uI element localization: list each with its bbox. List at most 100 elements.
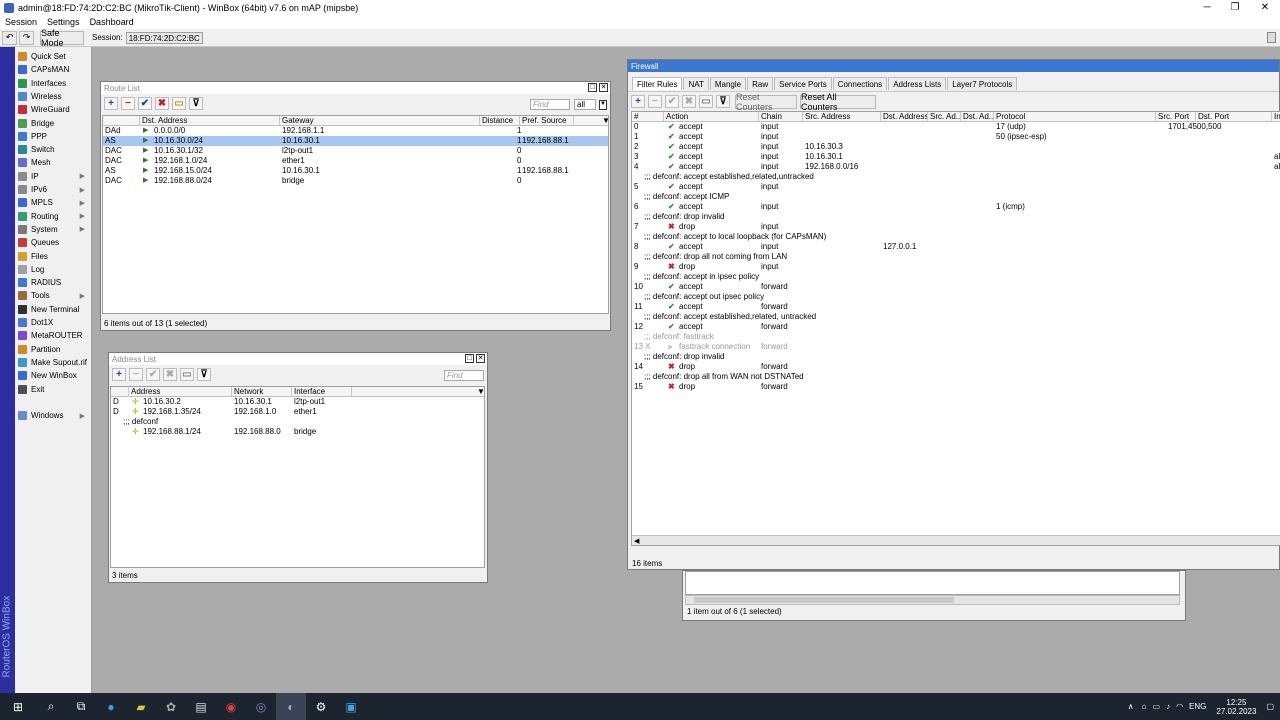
- firewall-rule-row[interactable]: ✔ 5 accept input: [632, 182, 1280, 192]
- firewall-comment-row[interactable]: ;;; defconf: drop all from WAN not DSTNA…: [632, 372, 1280, 382]
- firewall-rule-row[interactable]: ✔ 10 accept forward: [632, 282, 1280, 292]
- sidebar-item-wireguard[interactable]: WireGuard: [15, 103, 91, 116]
- column-menu-icon[interactable]: ▼: [475, 387, 484, 397]
- sidebar-item-windows[interactable]: Windows ▶: [15, 409, 91, 422]
- firewall-comment-row[interactable]: ;;; defconf: accept to local loopback (f…: [632, 232, 1280, 242]
- sidebar-item-ppp[interactable]: PPP: [15, 130, 91, 143]
- address-list-maximize-button[interactable]: □: [465, 354, 474, 363]
- sidebar-item-metarouter[interactable]: MetaROUTER: [15, 329, 91, 342]
- disable-icon[interactable]: ✖: [682, 95, 696, 108]
- route-row[interactable]: AS 192.168.15.0/24 10.16.30.1 1 192.168.88.1…: [103, 166, 608, 176]
- winbox-taskbar-icon[interactable]: ◐: [276, 693, 306, 720]
- address-row[interactable]: D 192.168.1.35/24 192.168.1.0 ether1 ✛: [111, 407, 484, 417]
- session-field[interactable]: 18:FD:74:2D:C2:BC: [125, 31, 203, 44]
- add-icon[interactable]: +: [112, 367, 126, 381]
- comment-icon[interactable]: ▭: [172, 96, 186, 110]
- route-row[interactable]: DAd 0.0.0.0/0 192.168.1.1 1 ▶: [103, 126, 608, 136]
- sidebar-item-queues[interactable]: Queues: [15, 236, 91, 249]
- firewall-comment-row[interactable]: ;;; defconf: drop invalid: [632, 352, 1280, 362]
- firewall-comment-row[interactable]: ;;; defconf: drop invalid: [632, 212, 1280, 222]
- comment-icon[interactable]: ▭: [180, 367, 194, 381]
- add-icon[interactable]: +: [104, 96, 118, 110]
- tab-address-lists[interactable]: Address Lists: [888, 77, 947, 90]
- firewall-rule-row[interactable]: ✔ 6 accept input 1 (icmp): [632, 202, 1280, 212]
- firewall-comment-row[interactable]: ;;; defconf: accept in ipsec policy: [632, 272, 1280, 282]
- firewall-rule-row[interactable]: ⫸ 13 X fasttrack connection forward: [632, 342, 1280, 352]
- firewall-rule-row[interactable]: ✔ 3 accept input 10.16.30.1 all: [632, 152, 1280, 162]
- filter-icon[interactable]: ⊽: [189, 96, 203, 110]
- filter-icon[interactable]: ⊽: [716, 95, 730, 108]
- remove-icon[interactable]: −: [648, 95, 662, 108]
- viber-icon[interactable]: ◎: [246, 693, 276, 720]
- enable-icon[interactable]: ✔: [146, 367, 160, 381]
- address-row[interactable]: ;;; defconf: [111, 417, 484, 427]
- safe-mode-button[interactable]: Safe Mode: [40, 28, 84, 48]
- settings-icon[interactable]: ⚙: [306, 693, 336, 720]
- sidebar-item-dot1x[interactable]: Dot1X: [15, 316, 91, 329]
- restore-button[interactable]: ❐: [1220, 0, 1250, 15]
- address-list-close-button[interactable]: ✕: [476, 354, 485, 363]
- reset-counters-button[interactable]: Reset Counters: [735, 92, 797, 112]
- undo-button[interactable]: ↶: [2, 30, 17, 45]
- firewall-comment-row[interactable]: ;;; defconf: accept established,related,…: [632, 172, 1280, 182]
- route-row[interactable]: AS 10.16.30.0/24 10.16.30.1 1 192.168.88.1 ▶: [103, 136, 608, 146]
- sidebar-item-mesh[interactable]: Mesh: [15, 156, 91, 169]
- route-row[interactable]: DAC 192.168.88.0/24 bridge 0 ▶: [103, 176, 608, 186]
- sidebar-item-capsman[interactable]: CAPsMAN: [15, 63, 91, 76]
- firewall-rule-row[interactable]: ✖ 15 drop forward: [632, 382, 1280, 392]
- sidebar-item-interfaces[interactable]: Interfaces: [15, 77, 91, 90]
- column-menu-icon[interactable]: ▼: [600, 116, 608, 126]
- start-icon[interactable]: ⊞: [0, 693, 36, 720]
- language-indicator[interactable]: ENG: [1189, 702, 1206, 711]
- sidebar-item-ipv6[interactable]: IPv6 ▶: [15, 183, 91, 196]
- sidebar-item-make-supout-rif[interactable]: Make Supout.rif: [15, 356, 91, 369]
- network-icon[interactable]: ⌂: [1142, 702, 1147, 711]
- battery-icon[interactable]: ▭: [1153, 702, 1161, 711]
- horizontal-scrollbar[interactable]: [685, 595, 1180, 605]
- comment-icon[interactable]: ▭: [699, 95, 713, 108]
- tab-nat[interactable]: NAT: [683, 77, 709, 90]
- minimize-button[interactable]: ─: [1192, 0, 1222, 15]
- sidebar-item-exit[interactable]: Exit: [15, 383, 91, 396]
- scroll-left-icon[interactable]: ◀: [632, 538, 639, 545]
- menu-dashboard[interactable]: Dashboard: [85, 17, 139, 27]
- firewall-comment-row[interactable]: ;;; defconf: fasttrack: [632, 332, 1280, 342]
- route-filter-dropdown-icon[interactable]: ▼: [599, 100, 607, 110]
- clock[interactable]: 12:25 27.02.2023: [1216, 698, 1256, 716]
- edge-icon[interactable]: ●: [96, 693, 126, 720]
- firewall-rule-row[interactable]: ✔ 8 accept input 127.0.0.1: [632, 242, 1280, 252]
- address-row[interactable]: D 10.16.30.2 10.16.30.1 l2tp-out1 ✛: [111, 397, 484, 407]
- lock-icon[interactable]: [1267, 32, 1276, 43]
- sidebar-item-system[interactable]: System ▶: [15, 223, 91, 236]
- notepad-icon[interactable]: ▤: [186, 693, 216, 720]
- tab-mangle[interactable]: Mangle: [709, 77, 747, 90]
- tab-service-ports[interactable]: Service Ports: [774, 77, 832, 90]
- sidebar-item-switch[interactable]: Switch: [15, 143, 91, 156]
- firewall-rule-row[interactable]: ✔ 2 accept input 10.16.30.3: [632, 142, 1280, 152]
- wifi-icon[interactable]: ◠: [1176, 702, 1183, 711]
- firewall-rule-row[interactable]: ✔ 1 accept input 50 (ipsec-esp): [632, 132, 1280, 142]
- firewall-horizontal-scrollbar[interactable]: ◀: [632, 535, 1280, 545]
- sidebar-item-wireless[interactable]: Wireless: [15, 90, 91, 103]
- add-icon[interactable]: +: [631, 95, 645, 108]
- close-button[interactable]: ✕: [1250, 0, 1280, 15]
- chrome-icon[interactable]: ◉: [216, 693, 246, 720]
- sidebar-item-new-winbox[interactable]: New WinBox: [15, 369, 91, 382]
- route-find-input[interactable]: Find: [530, 99, 570, 110]
- firewall-rule-row[interactable]: ✖ 14 drop forward: [632, 362, 1280, 372]
- enable-icon[interactable]: ✔: [665, 95, 679, 108]
- sidebar-item-radius[interactable]: RADIUS: [15, 276, 91, 289]
- file-explorer-icon[interactable]: ▰: [126, 693, 156, 720]
- volume-icon[interactable]: ♪: [1166, 702, 1170, 711]
- firewall-rule-row[interactable]: ✔ 0 accept input 17 (udp) 1701,4500,500: [632, 122, 1280, 132]
- firewall-comment-row[interactable]: ;;; defconf: drop all not coming from LA…: [632, 252, 1280, 262]
- tab-connections[interactable]: Connections: [832, 77, 888, 90]
- sidebar-item-quick-set[interactable]: Quick Set: [15, 50, 91, 63]
- firewall-rule-row[interactable]: ✔ 4 accept input 192.168.0.0/16 all: [632, 162, 1280, 172]
- task-view-icon[interactable]: ⧉: [66, 693, 96, 720]
- sidebar-item-bridge[interactable]: Bridge: [15, 117, 91, 130]
- app-icon[interactable]: ✿: [156, 693, 186, 720]
- sidebar-item-log[interactable]: Log: [15, 263, 91, 276]
- notifications-icon[interactable]: ▢: [1266, 702, 1274, 711]
- filter-icon[interactable]: ⊽: [197, 367, 211, 381]
